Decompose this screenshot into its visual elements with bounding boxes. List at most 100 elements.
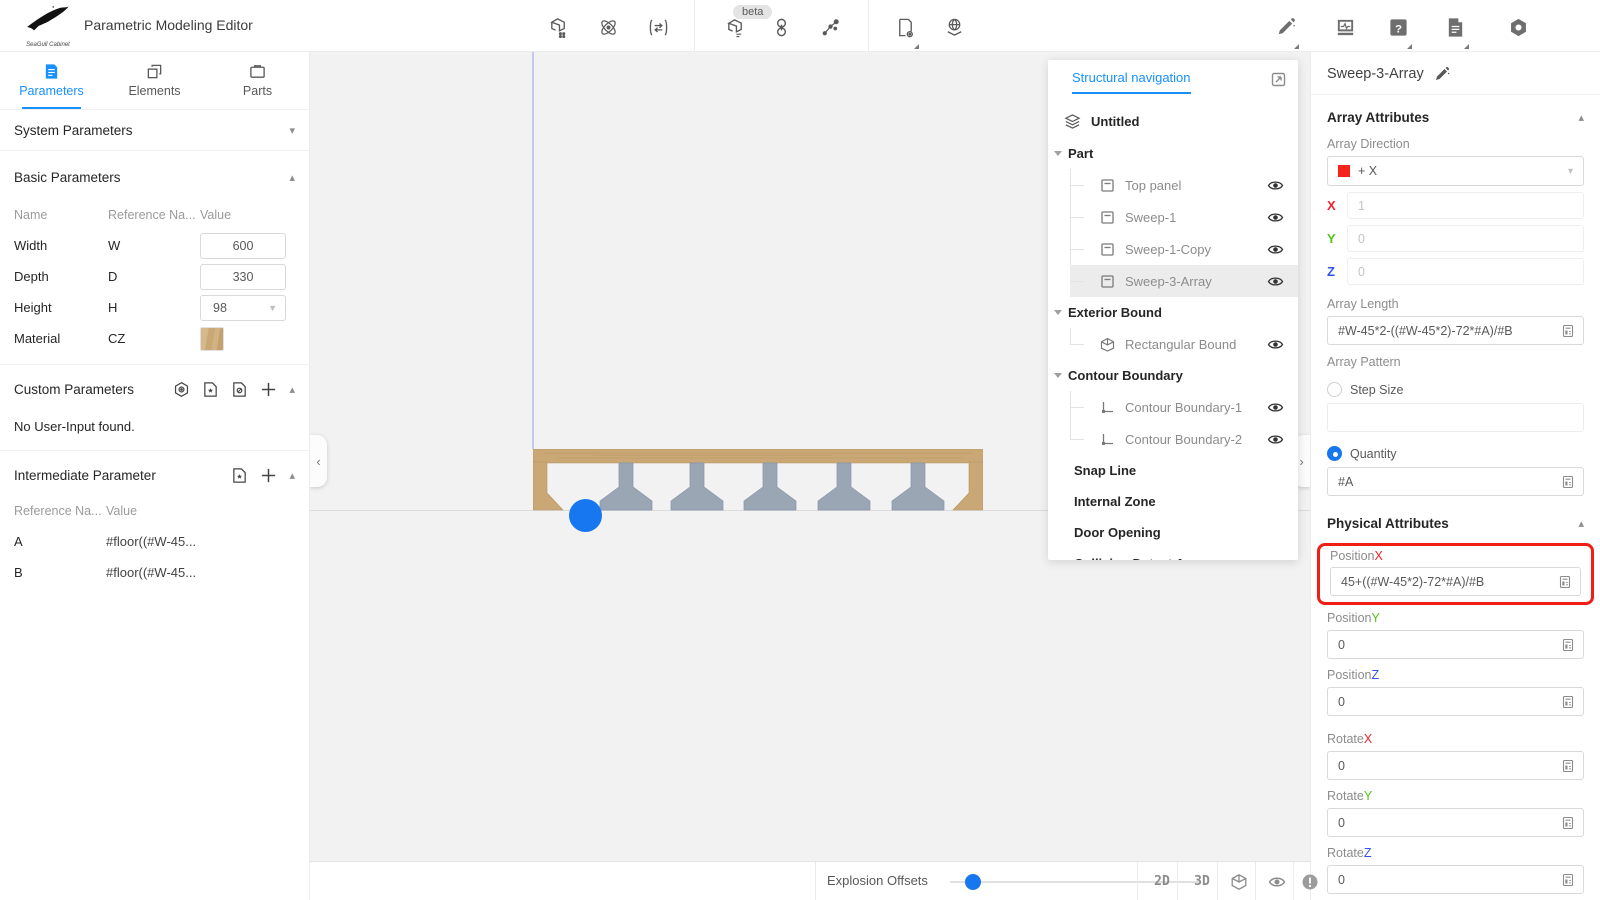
depth-value-input[interactable]: [200, 264, 286, 290]
step-size-radio[interactable]: [1327, 382, 1342, 397]
cube-array-icon[interactable]: [545, 14, 571, 40]
tree-item-rectangular-bound[interactable]: Rectangular Bound: [1070, 328, 1298, 360]
tree-group-snap-line[interactable]: Snap Line: [1058, 455, 1298, 486]
formula-calculator-icon[interactable]: [1561, 475, 1575, 489]
step-size-input[interactable]: [1338, 411, 1575, 425]
explosion-slider-thumb[interactable]: [965, 874, 981, 890]
expand-panel-icon[interactable]: [1271, 72, 1286, 92]
document-gear-icon[interactable]: [892, 14, 918, 40]
tree-group-exterior-bound[interactable]: Exterior Bound: [1048, 297, 1298, 328]
array-attributes-header[interactable]: Array Attributes ▴: [1311, 95, 1600, 133]
view-3d-button[interactable]: 3D: [1182, 862, 1222, 900]
tree-group-door-opening[interactable]: Door Opening: [1058, 517, 1298, 548]
array-direction-select[interactable]: + X ▾: [1327, 156, 1584, 186]
explosion-offsets-label: Explosion Offsets: [827, 873, 928, 888]
atom-icon[interactable]: [595, 14, 621, 40]
tree-item-sweep-3-array[interactable]: Sweep-3-Array: [1070, 265, 1298, 297]
formula-calculator-icon[interactable]: [1561, 759, 1575, 773]
chevron-up-icon[interactable]: ▴: [289, 469, 295, 482]
tree-root-untitled[interactable]: Untitled: [1048, 104, 1298, 138]
model-3d-view[interactable]: [533, 449, 983, 511]
formula-calculator-icon[interactable]: [1561, 695, 1575, 709]
pencil-icon[interactable]: [1272, 14, 1298, 40]
link-icon[interactable]: [768, 14, 794, 40]
tree-item-contour-boundary-1[interactable]: Contour Boundary-1: [1070, 391, 1298, 423]
formula-calculator-icon[interactable]: [1561, 638, 1575, 652]
warnings-button[interactable]: [1294, 862, 1326, 900]
isometric-cube-button[interactable]: [1220, 862, 1258, 900]
selected-part-title: Sweep-3-Array: [1327, 66, 1424, 82]
tree-group-internal-zone[interactable]: Internal Zone: [1058, 486, 1298, 517]
formula-calculator-icon[interactable]: [1561, 873, 1575, 887]
tab-parts[interactable]: Parts: [206, 52, 309, 109]
formula-calculator-icon[interactable]: [1558, 575, 1572, 589]
formula-calculator-icon[interactable]: [1561, 816, 1575, 830]
rotate-y-input[interactable]: [1338, 816, 1561, 830]
material-swatch[interactable]: [200, 327, 224, 351]
axis-x-input[interactable]: [1358, 199, 1573, 213]
axis-z-input[interactable]: [1358, 265, 1573, 279]
array-length-input[interactable]: [1338, 324, 1561, 338]
intermediate-row-a[interactable]: A #floor((#W-45...: [0, 526, 309, 557]
tree-item-top-panel[interactable]: Top panel: [1070, 169, 1298, 201]
rename-pencil-icon[interactable]: [1434, 66, 1450, 82]
quantity-radio-row[interactable]: Quantity: [1311, 432, 1600, 467]
import-star-icon[interactable]: [202, 381, 219, 398]
formula-calculator-icon[interactable]: [1561, 324, 1575, 338]
position-x-input[interactable]: [1341, 575, 1558, 589]
step-size-radio-row[interactable]: Step Size: [1311, 374, 1600, 403]
tree-group-part[interactable]: Part: [1048, 138, 1298, 169]
tree-item-sweep-1[interactable]: Sweep-1: [1070, 201, 1298, 233]
physical-attributes-header[interactable]: Physical Attributes ▴: [1311, 496, 1600, 539]
tab-parameters[interactable]: Parameters: [0, 52, 103, 109]
structural-navigation-tab[interactable]: Structural navigation: [1072, 70, 1191, 94]
quantity-radio[interactable]: [1327, 446, 1342, 461]
tree-item-sweep-1-copy[interactable]: Sweep-1-Copy: [1070, 233, 1298, 265]
system-parameters-header[interactable]: System Parameters ▾: [0, 110, 309, 150]
axis-y-input[interactable]: [1358, 232, 1573, 246]
tree-group-contour-boundary[interactable]: Contour Boundary: [1048, 360, 1298, 391]
tab-elements[interactable]: Elements: [103, 52, 206, 109]
array-direction-label: Array Direction: [1311, 133, 1600, 156]
visibility-eye-icon[interactable]: [1267, 241, 1284, 258]
basic-parameters-header[interactable]: Basic Parameters ▴: [0, 157, 309, 197]
import-star-icon[interactable]: [231, 467, 248, 484]
app-logo[interactable]: SeaGull Cabinet: [18, 3, 78, 49]
view-2d-button[interactable]: 2D: [1142, 862, 1182, 900]
add-parameter-icon[interactable]: [260, 467, 277, 484]
visibility-eye-icon[interactable]: [1267, 177, 1284, 194]
quantity-input[interactable]: [1338, 475, 1561, 489]
visibility-eye-icon[interactable]: [1267, 209, 1284, 226]
position-z-input[interactable]: [1338, 695, 1561, 709]
height-value-select[interactable]: 98 ▼: [200, 295, 286, 321]
origin-marker-dot[interactable]: [569, 499, 602, 532]
help-icon[interactable]: ?: [1385, 14, 1411, 40]
tree-item-label: Contour Boundary-2: [1125, 432, 1242, 447]
rotate-z-input[interactable]: [1338, 873, 1561, 887]
swap-icon[interactable]: [645, 14, 671, 40]
chevron-up-icon[interactable]: ▴: [289, 383, 295, 396]
add-parameter-icon[interactable]: [260, 381, 277, 398]
sidebar-collapse-handle[interactable]: ‹: [310, 435, 327, 487]
document-icon[interactable]: [1442, 14, 1468, 40]
tree-group-collision-detect-area[interactable]: Collision Detect Area: [1058, 548, 1298, 560]
node-graph-icon[interactable]: [817, 14, 843, 40]
cube-fx-icon[interactable]: [722, 14, 748, 40]
visibility-eye-icon[interactable]: [1267, 431, 1284, 448]
visibility-eye-icon[interactable]: [1267, 273, 1284, 290]
globe-layers-icon[interactable]: [941, 14, 967, 40]
part-attributes-header[interactable]: Part Attributes ▴: [1311, 894, 1600, 900]
preview-hex-icon[interactable]: [173, 381, 190, 398]
visibility-eye-icon[interactable]: [1267, 336, 1284, 353]
activity-icon[interactable]: [1332, 14, 1358, 40]
visibility-eye-icon[interactable]: [1267, 399, 1284, 416]
width-value-input[interactable]: [200, 233, 286, 259]
settings-nut-icon[interactable]: [1505, 14, 1531, 40]
export-circle-icon[interactable]: [231, 381, 248, 398]
section-title: Intermediate Parameter: [14, 468, 156, 483]
intermediate-row-b[interactable]: B #floor((#W-45...: [0, 557, 309, 588]
rotate-x-input[interactable]: [1338, 759, 1561, 773]
visibility-toggle-button[interactable]: [1258, 862, 1296, 900]
tree-item-contour-boundary-2[interactable]: Contour Boundary-2: [1070, 423, 1298, 455]
position-y-input[interactable]: [1338, 638, 1561, 652]
